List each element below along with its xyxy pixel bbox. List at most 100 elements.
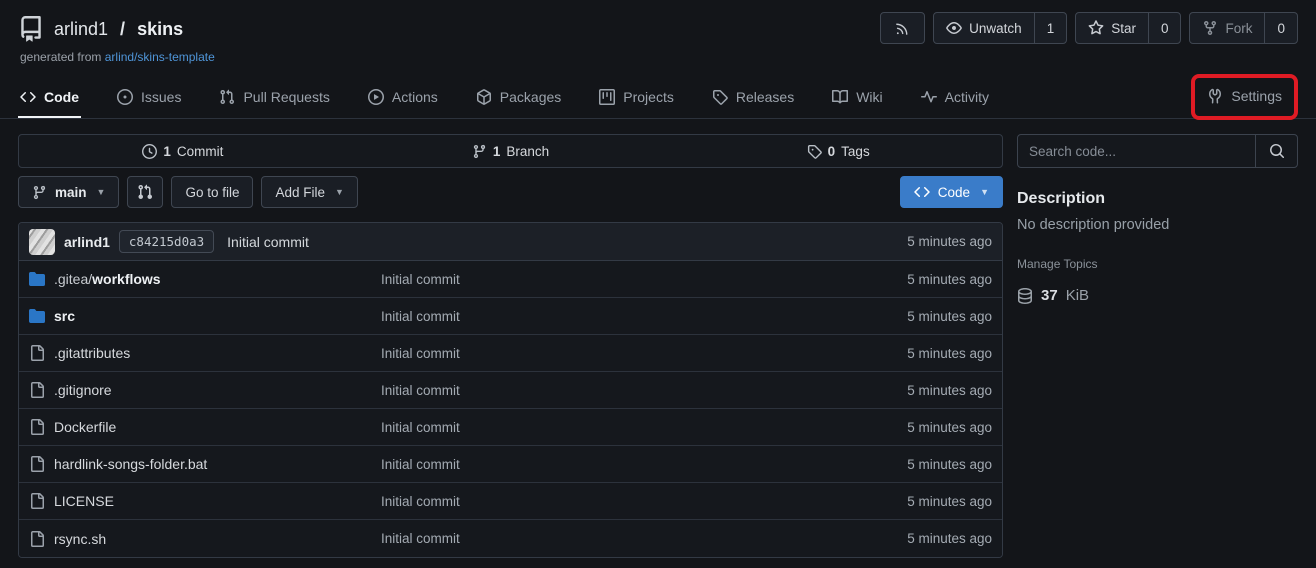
book-icon: [832, 89, 848, 105]
repo-actions: Unwatch 1 Star 0 Fork 0: [880, 12, 1298, 44]
branch-count: 1: [493, 144, 501, 159]
avatar[interactable]: [29, 229, 55, 255]
issue-icon: [117, 89, 133, 105]
branches-stat[interactable]: 1 Branch: [347, 135, 675, 167]
settings-annotation-box: Settings: [1191, 74, 1298, 120]
search-button[interactable]: [1255, 135, 1297, 167]
repo-name-link[interactable]: skins: [137, 19, 183, 40]
code-icon: [914, 184, 930, 200]
history-icon: [142, 144, 157, 159]
manage-topics-link[interactable]: Manage Topics: [1017, 257, 1298, 271]
repo-header: arlind1 / skins Unwatch 1 Star 0 Fork 0: [0, 0, 1316, 44]
fork-label: Fork: [1225, 21, 1252, 36]
watch-count[interactable]: 1: [1034, 13, 1067, 43]
fork-count[interactable]: 0: [1264, 13, 1297, 43]
rss-button[interactable]: [880, 12, 925, 44]
file-commit-time: 5 minutes ago: [907, 346, 992, 361]
tab-releases[interactable]: Releases: [710, 79, 796, 118]
code-download-button[interactable]: Code ▼: [900, 176, 1003, 208]
file-icon: [29, 456, 45, 472]
commits-stat[interactable]: 1 Commit: [19, 135, 347, 167]
tab-label: Pull Requests: [243, 89, 329, 105]
file-link[interactable]: Dockerfile: [29, 419, 381, 435]
description-heading: Description: [1017, 190, 1298, 208]
file-commit-time: 5 minutes ago: [907, 272, 992, 287]
database-icon: [1017, 288, 1033, 304]
branch-icon: [32, 185, 47, 200]
tab-pull-requests[interactable]: Pull Requests: [217, 79, 331, 118]
star-icon: [1088, 20, 1104, 36]
file-commit-message[interactable]: Initial commit: [381, 420, 907, 435]
repo-size: 37 KiB: [1017, 287, 1298, 304]
sidebar: Description No description provided Mana…: [1017, 134, 1298, 558]
file-path-prefix: .gitea/: [54, 271, 92, 287]
file-link[interactable]: LICENSE: [29, 493, 381, 509]
add-file-button[interactable]: Add File ▼: [261, 176, 357, 208]
file-commit-message[interactable]: Initial commit: [381, 457, 907, 472]
folder-icon: [29, 271, 45, 287]
file-link[interactable]: .gitignore: [29, 382, 381, 398]
code-search-box: [1017, 134, 1298, 168]
tab-label: Code: [44, 89, 79, 105]
chevron-down-icon: ▼: [980, 187, 989, 197]
unwatch-label: Unwatch: [969, 21, 1022, 36]
commit-author[interactable]: arlind1: [64, 234, 110, 250]
repo-path-separator: /: [120, 19, 125, 40]
compare-button[interactable]: [127, 176, 163, 208]
chevron-down-icon: ▼: [335, 187, 344, 197]
tab-code[interactable]: Code: [18, 79, 81, 118]
file-commit-time: 5 minutes ago: [907, 309, 992, 324]
file-row: Dockerfile Initial commit 5 minutes ago: [19, 409, 1002, 446]
file-commit-time: 5 minutes ago: [907, 420, 992, 435]
file-commit-message[interactable]: Initial commit: [381, 531, 907, 546]
go-to-file-label: Go to file: [185, 185, 239, 200]
star-button[interactable]: Star 0: [1075, 12, 1181, 44]
add-file-label: Add File: [275, 185, 325, 200]
file-commit-time: 5 minutes ago: [907, 494, 992, 509]
tag-count: 0: [828, 144, 836, 159]
file-commit-message[interactable]: Initial commit: [381, 383, 907, 398]
tab-issues[interactable]: Issues: [115, 79, 183, 118]
tools-icon: [1207, 88, 1223, 104]
file-icon: [29, 382, 45, 398]
project-icon: [599, 89, 615, 105]
file-commit-message[interactable]: Initial commit: [381, 272, 907, 287]
unwatch-button[interactable]: Unwatch 1: [933, 12, 1067, 44]
file-link[interactable]: hardlink-songs-folder.bat: [29, 456, 381, 472]
file-link[interactable]: .gitattributes: [29, 345, 381, 361]
file-link[interactable]: src: [29, 308, 381, 324]
template-repo-link[interactable]: arlind/skins-template: [105, 50, 215, 64]
commit-message[interactable]: Initial commit: [227, 234, 309, 250]
file-row: .gitattributes Initial commit 5 minutes …: [19, 335, 1002, 372]
file-icon: [29, 345, 45, 361]
repo-owner-link[interactable]: arlind1: [54, 19, 108, 40]
tab-label: Projects: [623, 89, 674, 105]
tag-icon: [807, 144, 822, 159]
branch-selector[interactable]: main ▼: [18, 176, 119, 208]
tab-activity[interactable]: Activity: [919, 79, 991, 118]
tags-stat[interactable]: 0 Tags: [674, 135, 1002, 167]
file-link[interactable]: .gitea/workflows: [29, 271, 381, 287]
tab-label: Actions: [392, 89, 438, 105]
commit-hash-badge[interactable]: c84215d0a3: [119, 230, 214, 253]
file-name: LICENSE: [54, 493, 114, 509]
file-commit-message[interactable]: Initial commit: [381, 494, 907, 509]
tab-actions[interactable]: Actions: [366, 79, 440, 118]
tab-settings[interactable]: Settings: [1205, 80, 1284, 114]
search-input[interactable]: [1018, 135, 1255, 167]
go-to-file-button[interactable]: Go to file: [171, 176, 253, 208]
file-icon: [29, 419, 45, 435]
file-commit-message[interactable]: Initial commit: [381, 346, 907, 361]
fork-button[interactable]: Fork 0: [1189, 12, 1298, 44]
file-row: .gitea/workflows Initial commit 5 minute…: [19, 261, 1002, 298]
tab-packages[interactable]: Packages: [474, 79, 563, 118]
file-rows: .gitea/workflows Initial commit 5 minute…: [19, 261, 1002, 557]
folder-icon: [29, 308, 45, 324]
main-column: 1 Commit 1 Branch 0 Tags main: [18, 134, 1003, 558]
tab-projects[interactable]: Projects: [597, 79, 676, 118]
code-icon: [20, 89, 36, 105]
file-link[interactable]: rsync.sh: [29, 531, 381, 547]
file-commit-message[interactable]: Initial commit: [381, 309, 907, 324]
star-count[interactable]: 0: [1148, 13, 1181, 43]
tab-wiki[interactable]: Wiki: [830, 79, 884, 118]
